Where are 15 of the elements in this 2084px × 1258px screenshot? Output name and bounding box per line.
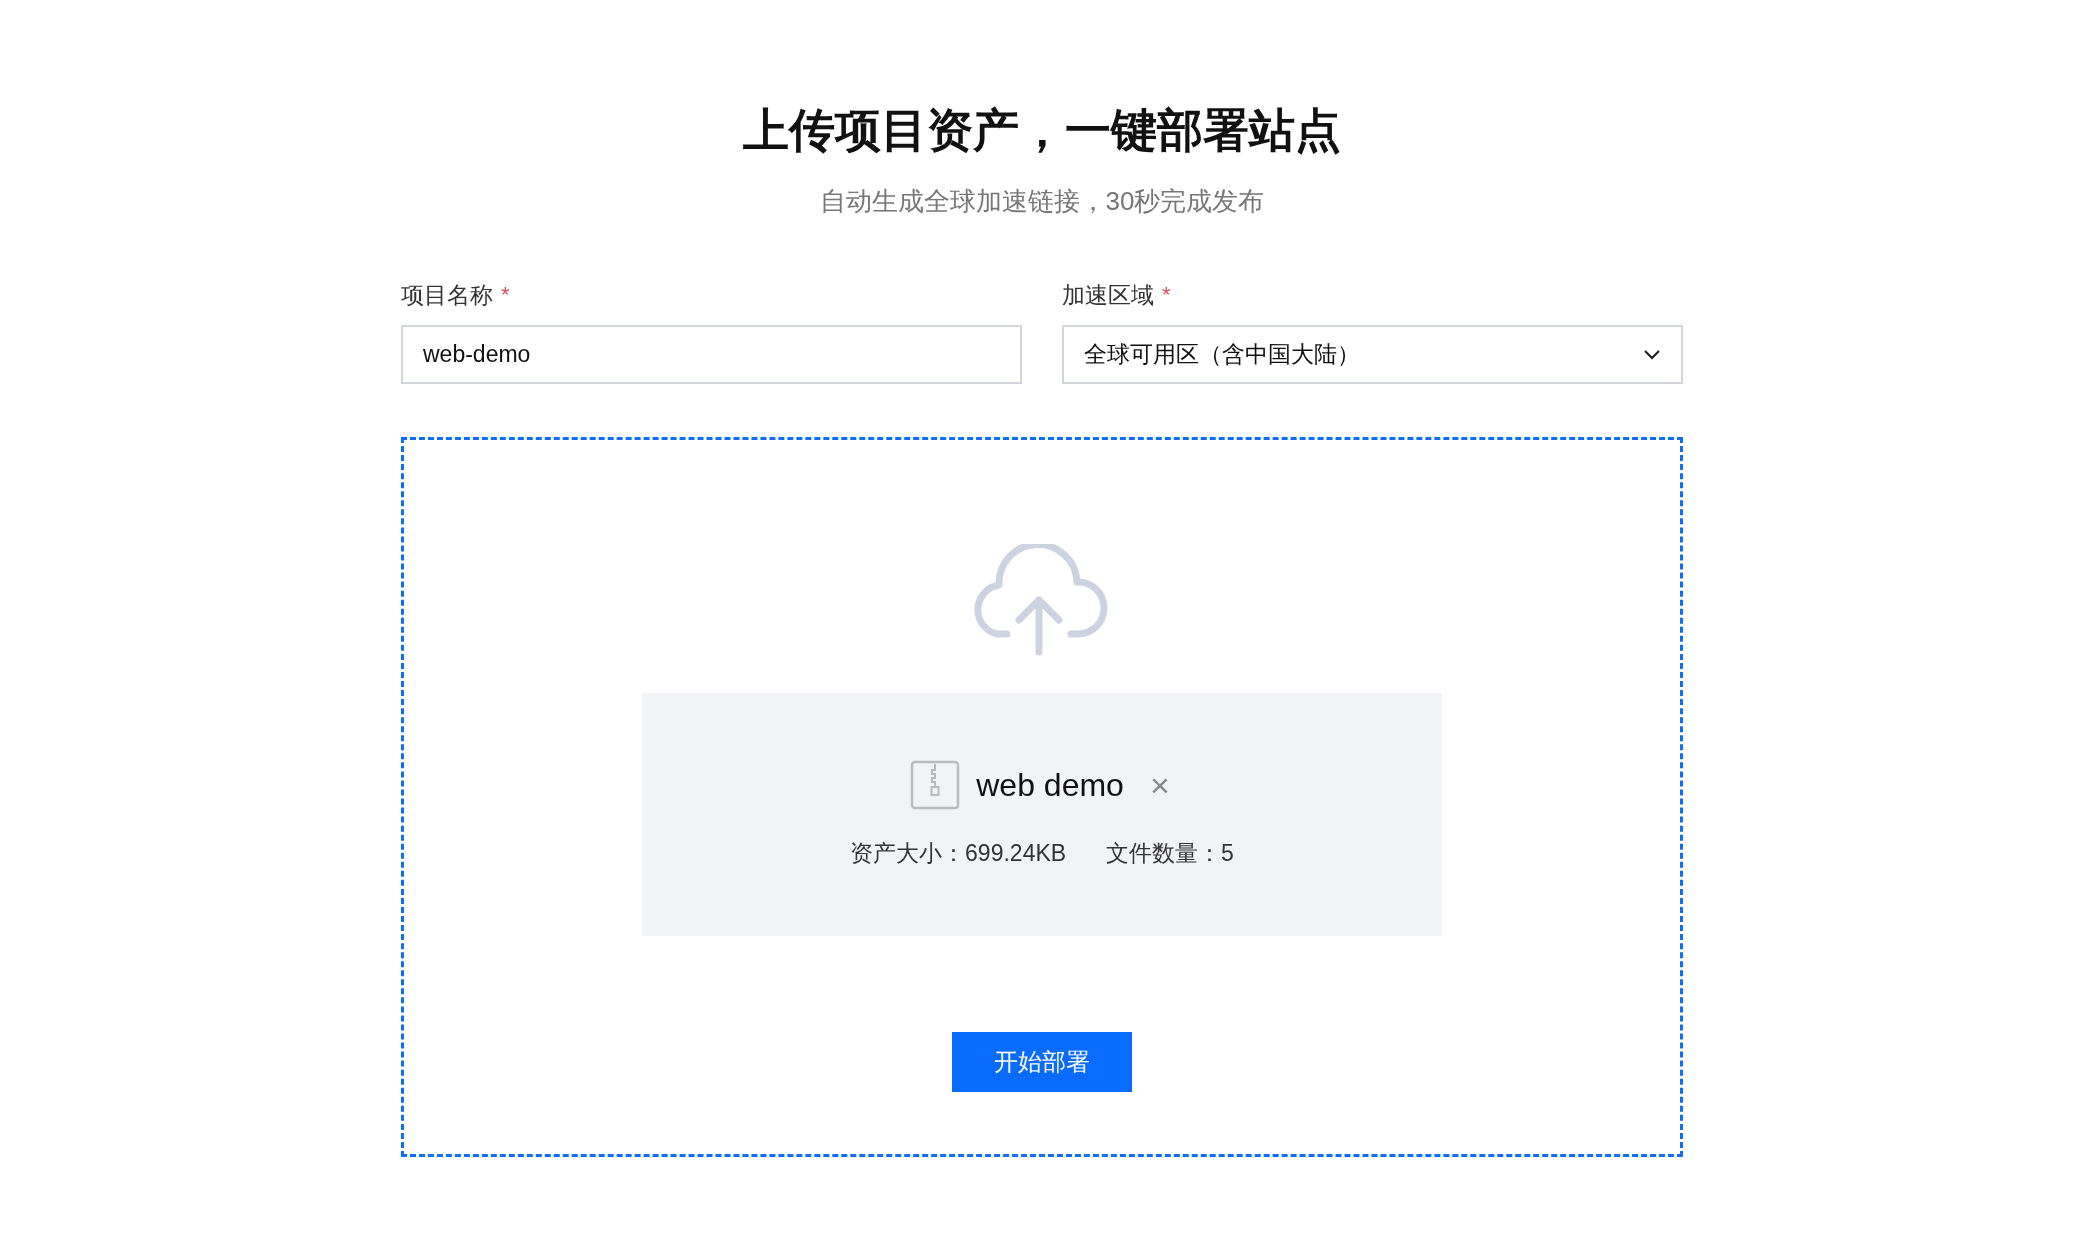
- upload-dropzone[interactable]: web demo × 资产大小：699.24KB 文件数量：5 开始部署: [401, 437, 1683, 1157]
- region-dropdown[interactable]: 全球可用区（含中国大陆）: [1062, 325, 1683, 384]
- zip-file-icon: [910, 760, 961, 810]
- file-stat: 文件数量：5: [1106, 839, 1234, 868]
- file-name: web demo: [976, 766, 1124, 804]
- deploy-button[interactable]: 开始部署: [952, 1032, 1132, 1092]
- chevron-down-icon: [1643, 348, 1661, 361]
- field-label: 加速区域: [1062, 280, 1154, 310]
- file-stat: 资产大小：699.24KB: [850, 839, 1067, 868]
- page-subtitle: 自动生成全球加速链接，30秒完成发布: [818, 185, 1266, 218]
- project-name-field[interactable]: web-demo: [401, 325, 1022, 384]
- field-label: 项目名称: [401, 280, 493, 310]
- required-mark: *: [1162, 282, 1171, 308]
- required-mark: *: [501, 282, 510, 308]
- page-title: 上传项目资产，一键部署站点: [742, 103, 1342, 158]
